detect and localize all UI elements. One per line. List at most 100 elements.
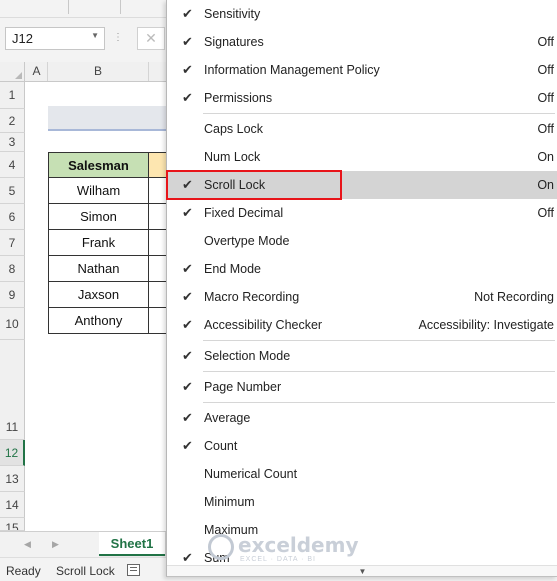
- menu-item-label: Permissions: [204, 91, 273, 105]
- menu-item-num-lock[interactable]: Num Lock On: [167, 143, 557, 171]
- row-header-3[interactable]: 3: [0, 133, 25, 152]
- table-cell-name[interactable]: Jaxson: [48, 282, 149, 308]
- checkmark-icon: ✔: [182, 177, 193, 192]
- menu-separator: [203, 371, 555, 372]
- menu-item-value: On: [537, 150, 554, 164]
- menu-item-value: Off: [537, 206, 554, 220]
- menu-item-value: Off: [537, 91, 554, 105]
- drag-handle-icon[interactable]: ⋮: [113, 32, 123, 43]
- column-header-b[interactable]: B: [48, 62, 149, 81]
- checkmark-icon: ✔: [182, 62, 193, 77]
- menu-item-macro-recording[interactable]: ✔ Macro Recording Not Recording: [167, 283, 557, 311]
- row-header-11[interactable]: 11: [0, 415, 25, 440]
- menu-item-label: Sum: [204, 551, 230, 565]
- table-cell-name[interactable]: Simon: [48, 204, 149, 230]
- status-scroll-lock: Scroll Lock: [56, 564, 115, 578]
- table-header-cell[interactable]: [149, 152, 166, 178]
- sheet-nav-prev-icon[interactable]: ◀: [24, 539, 31, 550]
- accessibility-icon[interactable]: [127, 564, 140, 576]
- row-header-9[interactable]: 9: [0, 282, 25, 308]
- menu-item-maximum[interactable]: Maximum: [167, 516, 557, 544]
- menu-item-overtype-mode[interactable]: Overtype Mode: [167, 227, 557, 255]
- menu-item-value: Off: [537, 63, 554, 77]
- row-header-14[interactable]: 14: [0, 492, 25, 518]
- sheet-nav-next-icon[interactable]: ▶: [52, 539, 59, 550]
- checkmark-icon: ✔: [182, 550, 193, 565]
- menu-item-minimum[interactable]: Minimum: [167, 488, 557, 516]
- menu-item-selection-mode[interactable]: ✔ Selection Mode: [167, 342, 557, 370]
- menu-item-count[interactable]: ✔ Count: [167, 432, 557, 460]
- chevron-down-icon[interactable]: ▼: [91, 31, 99, 40]
- sheet-tab-sheet1[interactable]: Sheet1: [99, 532, 165, 556]
- row-header-4[interactable]: 4: [0, 152, 25, 178]
- checkmark-icon: ✔: [182, 289, 193, 304]
- checkmark-icon: ✔: [182, 205, 193, 220]
- cancel-button[interactable]: ✕: [137, 27, 165, 50]
- menu-item-value: Not Recording: [474, 290, 554, 304]
- checkmark-icon: ✔: [182, 348, 193, 363]
- row-header-2[interactable]: 2: [0, 109, 25, 133]
- checkmark-icon: ✔: [182, 379, 193, 394]
- table-cell-name[interactable]: Nathan: [48, 256, 149, 282]
- row-header-gap: [0, 340, 25, 415]
- checkmark-icon: ✔: [182, 317, 193, 332]
- menu-item-end-mode[interactable]: ✔ End Mode: [167, 255, 557, 283]
- table-cell[interactable]: [149, 178, 166, 204]
- menu-item-label: Sensitivity: [204, 7, 261, 21]
- menu-item-average[interactable]: ✔ Average: [167, 404, 557, 432]
- table-cell[interactable]: [149, 308, 166, 334]
- menu-item-label: Caps Lock: [204, 122, 264, 136]
- menu-item-sensitivity[interactable]: ✔ Sensitivity: [167, 0, 557, 28]
- row-header-12[interactable]: 12: [0, 440, 25, 466]
- table-header-salesman[interactable]: Salesman: [48, 152, 149, 178]
- menu-item-label: Overtype Mode: [204, 234, 290, 248]
- status-ready: Ready: [6, 564, 41, 578]
- chevron-down-icon: ▼: [358, 567, 367, 576]
- menu-item-scroll-lock[interactable]: ✔ Scroll Lock On: [167, 171, 557, 199]
- menu-item-permissions[interactable]: ✔ Permissions Off: [167, 84, 557, 112]
- table-cell[interactable]: [149, 256, 166, 282]
- row-header-5[interactable]: 5: [0, 178, 25, 204]
- name-box[interactable]: J12 ▼: [5, 27, 105, 50]
- table-cell[interactable]: [149, 282, 166, 308]
- menu-item-label: Average: [204, 411, 251, 425]
- select-all-button[interactable]: [0, 62, 25, 81]
- menu-scroll-down-button[interactable]: ▼: [167, 565, 557, 576]
- menu-item-page-number[interactable]: ✔ Page Number: [167, 373, 557, 401]
- table-cell-name[interactable]: Anthony: [48, 308, 149, 334]
- menu-item-caps-lock[interactable]: Caps Lock Off: [167, 115, 557, 143]
- table-cell[interactable]: [149, 204, 166, 230]
- menu-item-numerical-count[interactable]: Numerical Count: [167, 460, 557, 488]
- checkmark-icon: ✔: [182, 261, 193, 276]
- row-header-15[interactable]: 15: [0, 518, 25, 531]
- menu-item-label: Numerical Count: [204, 467, 298, 481]
- menu-item-label: Selection Mode: [204, 349, 291, 363]
- menu-item-value: Off: [537, 35, 554, 49]
- menu-item-information-management-policy[interactable]: ✔ Information Management Policy Off: [167, 56, 557, 84]
- menu-item-signatures[interactable]: ✔ Signatures Off: [167, 28, 557, 56]
- menu-separator: [203, 113, 555, 114]
- menu-item-fixed-decimal[interactable]: ✔ Fixed Decimal Off: [167, 199, 557, 227]
- menu-item-accessibility-checker[interactable]: ✔ Accessibility Checker Accessibility: I…: [167, 311, 557, 339]
- menu-item-label: Accessibility Checker: [204, 318, 323, 332]
- row-header-10[interactable]: 10: [0, 308, 25, 340]
- row-header-1[interactable]: 1: [0, 82, 25, 109]
- checkmark-icon: ✔: [182, 6, 193, 21]
- menu-item-label: Signatures: [204, 35, 264, 49]
- menu-item-label: Macro Recording: [204, 290, 300, 304]
- table-cell-name[interactable]: Frank: [48, 230, 149, 256]
- menu-separator: [203, 402, 555, 403]
- column-header-a[interactable]: A: [26, 62, 48, 81]
- row-header-6[interactable]: 6: [0, 204, 25, 230]
- menu-item-label: Maximum: [204, 523, 259, 537]
- row-header-8[interactable]: 8: [0, 256, 25, 282]
- row-header-13[interactable]: 13: [0, 466, 25, 492]
- table-cell-name[interactable]: Wilham: [48, 178, 149, 204]
- row-header-7[interactable]: 7: [0, 230, 25, 256]
- menu-item-label: Page Number: [204, 380, 282, 394]
- table-cell[interactable]: [149, 230, 166, 256]
- checkmark-icon: ✔: [182, 410, 193, 425]
- ribbon-divider: [68, 0, 69, 14]
- menu-item-label: Fixed Decimal: [204, 206, 284, 220]
- merged-title-cell[interactable]: [48, 106, 166, 131]
